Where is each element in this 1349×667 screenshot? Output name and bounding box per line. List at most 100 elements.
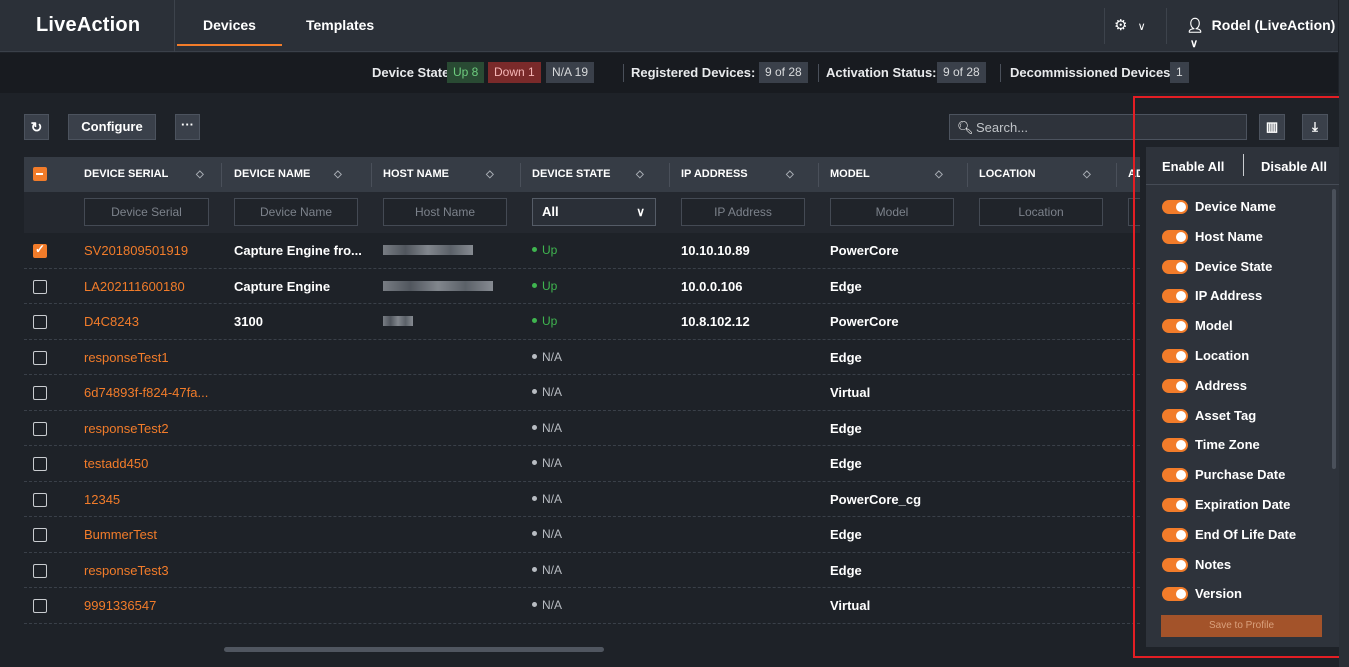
select-all-checkbox[interactable]: [33, 167, 47, 181]
activation-badge: 9 of 28: [937, 62, 986, 83]
tab-devices[interactable]: Devices: [177, 17, 282, 46]
ip-address-cell: [681, 482, 811, 517]
decommissioned-badge: 1: [1170, 62, 1189, 83]
ip-address-cell: [681, 375, 811, 410]
device-serial-link[interactable]: testadd450: [84, 446, 219, 481]
table-row[interactable]: responseTest1 N/A Edge: [24, 340, 1140, 375]
table-row[interactable]: BummerTest N/A Edge: [24, 517, 1140, 553]
table-row[interactable]: SV201809501919 Capture Engine fro... Up 10.…: [24, 233, 1140, 269]
decommissioned-label: Decommissioned Devices:: [1010, 65, 1175, 80]
table-row[interactable]: 6d74893f-f824-47fa... N/A Virtual: [24, 375, 1140, 411]
status-dot-icon: [532, 424, 537, 430]
model-cell: Edge: [830, 456, 862, 471]
ip-address-cell: 10.10.10.89: [681, 243, 750, 258]
filter-host-name[interactable]: Host Name: [383, 198, 507, 226]
col-ip-address[interactable]: IP ADDRESS ◇: [681, 157, 794, 192]
tab-templates[interactable]: Templates: [306, 17, 374, 33]
filter-ip-address[interactable]: IP Address: [681, 198, 805, 226]
table-row[interactable]: testadd450 N/A Edge: [24, 446, 1140, 482]
device-state-cell: N/A: [532, 375, 662, 410]
horizontal-scrollbar[interactable]: [224, 647, 604, 652]
device-name-cell: [234, 482, 369, 517]
table-row[interactable]: responseTest2 N/A Edge: [24, 411, 1140, 446]
row-checkbox[interactable]: [33, 457, 47, 471]
col-location[interactable]: LOCATION ◇: [979, 157, 1091, 192]
col-divider: [371, 163, 372, 187]
filter-model[interactable]: Model: [830, 198, 954, 226]
col-divider: [520, 163, 521, 187]
table-row[interactable]: responseTest3 N/A Edge: [24, 553, 1140, 588]
row-checkbox[interactable]: [33, 528, 47, 542]
state-up-badge[interactable]: Up 8: [447, 62, 485, 83]
table-row[interactable]: 12345 N/A PowerCore_cg: [24, 482, 1140, 517]
ip-address-cell: [681, 340, 811, 375]
registered-badge: 9 of 28: [759, 62, 808, 83]
device-serial-link[interactable]: responseTest1: [84, 340, 219, 375]
status-dot-icon: [532, 389, 537, 395]
device-serial-link[interactable]: 6d74893f-f824-47fa...: [84, 375, 219, 410]
filter-row: Device Serial Device Name Host Name All ∨…: [24, 192, 1140, 233]
table-row[interactable]: LA202111600180 Capture Engine Up 10.0.0.106…: [24, 269, 1140, 304]
status-divider: [623, 64, 624, 82]
host-name-redacted: [383, 316, 413, 326]
state-down-badge[interactable]: Down 1: [488, 62, 541, 83]
settings-menu[interactable]: ⚙ ∨: [1114, 16, 1156, 36]
more-actions-button[interactable]: ···: [175, 114, 200, 140]
col-divider: [1116, 163, 1117, 187]
row-checkbox[interactable]: [33, 421, 47, 436]
device-name-cell: [234, 517, 369, 552]
device-state-cell: N/A: [532, 588, 662, 623]
device-serial-link[interactable]: LA202111600180: [84, 269, 219, 304]
user-menu[interactable]: 👤︎ Rodel (LiveAction) ∨: [1186, 17, 1338, 50]
filter-location[interactable]: Location: [979, 198, 1103, 226]
device-state-cell: N/A: [532, 517, 662, 552]
filter-device-name[interactable]: Device Name: [234, 198, 358, 226]
model-cell: Edge: [830, 278, 862, 294]
device-serial-link[interactable]: 9991336547: [84, 588, 219, 623]
col-host-name[interactable]: HOST NAME ◇: [383, 157, 494, 192]
col-divider: [967, 163, 968, 187]
state-na-badge[interactable]: N/A 19: [546, 62, 595, 83]
device-serial-link[interactable]: D4C8243: [84, 304, 219, 339]
sort-icon: ◇: [486, 169, 494, 180]
row-checkbox[interactable]: [33, 599, 47, 613]
user-icon: 👤︎: [1186, 17, 1204, 33]
filter-device-serial[interactable]: Device Serial: [84, 198, 209, 226]
table-row[interactable]: D4C8243 3100 Up 10.8.102.12 PowerCore: [24, 304, 1140, 340]
configure-button[interactable]: Configure: [68, 114, 156, 140]
col-device-state[interactable]: DEVICE STATE ◇: [532, 157, 644, 192]
row-checkbox[interactable]: [33, 279, 47, 294]
row-checkbox[interactable]: [33, 492, 47, 507]
col-divider: [818, 163, 819, 187]
row-checkbox[interactable]: [33, 315, 47, 329]
table-header: DEVICE SERIAL ◇ DEVICE NAME ◇ HOST NAME ◇ D…: [24, 157, 1140, 192]
user-name: Rodel (LiveAction): [1211, 17, 1336, 33]
status-dot-icon: [532, 247, 537, 253]
row-checkbox[interactable]: [33, 350, 47, 365]
status-dot-icon: [532, 353, 537, 359]
device-serial-link[interactable]: 12345: [84, 482, 219, 517]
activation-label: Activation Status:: [826, 65, 937, 80]
col-device-serial[interactable]: DEVICE SERIAL ◇: [84, 157, 204, 192]
page-scrollbar[interactable]: [1339, 0, 1349, 667]
nav-divider: [1104, 8, 1105, 44]
device-serial-link[interactable]: SV201809501919: [84, 233, 219, 268]
device-serial-link[interactable]: responseTest3: [84, 553, 219, 588]
device-serial-link[interactable]: BummerTest: [84, 517, 219, 552]
filter-device-state-select[interactable]: All ∨: [532, 198, 656, 226]
device-state-cell: N/A: [532, 553, 662, 588]
status-dot-icon: [532, 495, 537, 501]
sort-icon: ◇: [935, 169, 943, 180]
device-serial-link[interactable]: responseTest2: [84, 411, 219, 446]
col-device-name[interactable]: DEVICE NAME ◇: [234, 157, 342, 192]
device-state-cell: N/A: [532, 411, 662, 446]
sort-icon: ◇: [1083, 169, 1091, 180]
row-checkbox[interactable]: [33, 242, 47, 258]
row-checkbox[interactable]: [33, 563, 47, 578]
status-divider: [818, 64, 819, 82]
refresh-button[interactable]: ↻: [24, 114, 49, 140]
sort-icon: ◇: [196, 169, 204, 180]
row-checkbox[interactable]: [33, 386, 47, 400]
table-row[interactable]: 9991336547 N/A Virtual: [24, 588, 1140, 624]
col-model[interactable]: MODEL ◇: [830, 157, 943, 192]
